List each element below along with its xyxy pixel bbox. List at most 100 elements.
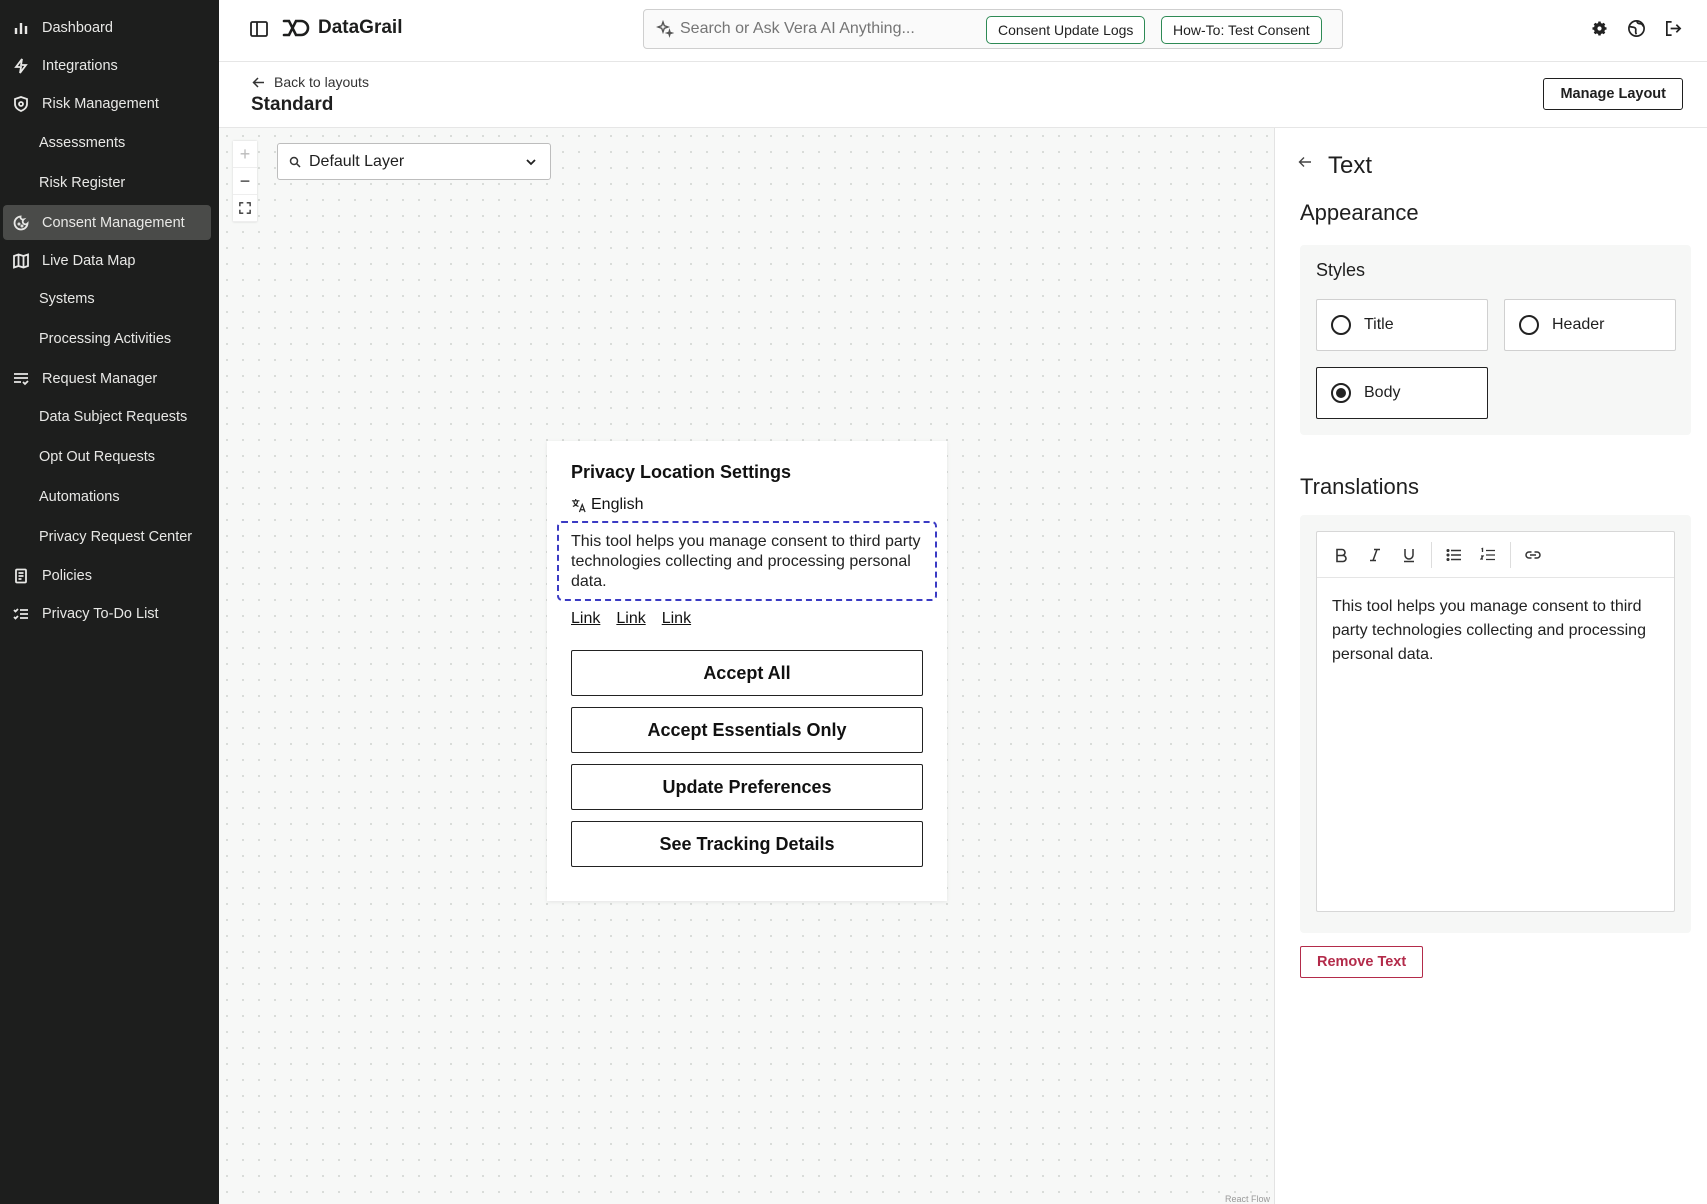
sidebar-item-label: Live Data Map [42, 252, 136, 269]
logo-text: DataGrail [318, 17, 403, 38]
search-input[interactable] [680, 20, 980, 38]
banner-link[interactable]: Link [616, 610, 645, 628]
bold-button[interactable] [1329, 543, 1353, 567]
sidebar-item-label: Processing Activities [39, 330, 172, 347]
italic-icon [1370, 548, 1380, 561]
sidebar-item-label: Integrations [42, 57, 118, 74]
sidebar-item-label: Dashboard [42, 19, 113, 36]
numbered-list-button[interactable] [1476, 543, 1500, 567]
style-option-header[interactable]: Header [1504, 299, 1676, 351]
sidebar: Dashboard Integrations Risk Management A… [0, 0, 219, 1204]
banner-link[interactable]: Link [571, 610, 600, 628]
sidebar-item-request-manager[interactable]: Request Manager [3, 361, 211, 396]
style-option-label: Title [1364, 316, 1394, 333]
lightning-icon [12, 57, 30, 75]
remove-text-button[interactable]: Remove Text [1300, 946, 1424, 978]
sidebar-item-label: Opt Out Requests [39, 448, 156, 465]
language-label: English [591, 496, 644, 513]
sidebar-toggle-icon[interactable] [249, 19, 269, 39]
translate-icon [571, 498, 586, 512]
language-selector[interactable]: English [571, 496, 643, 514]
fit-view-button[interactable] [233, 195, 257, 222]
see-tracking-details-button[interactable]: See Tracking Details [571, 821, 923, 867]
banner-link[interactable]: Link [662, 610, 691, 628]
how-to-test-consent-button[interactable]: How-To: Test Consent [1161, 16, 1322, 44]
sidebar-item-risk-management[interactable]: Risk Management [3, 86, 211, 121]
globe-icon[interactable] [1627, 19, 1646, 38]
layout-canvas[interactable]: + − Default Layer Privacy Location Setti… [219, 128, 1275, 1204]
link-button[interactable] [1521, 543, 1545, 567]
logout-icon[interactable] [1664, 19, 1683, 38]
styles-label: Styles [1316, 260, 1366, 280]
back-to-layouts-link[interactable]: Back to layouts [252, 74, 369, 90]
editor-toolbar [1317, 532, 1674, 578]
sidebar-item-automations[interactable]: Automations [3, 479, 211, 514]
gear-icon[interactable] [1590, 19, 1609, 38]
zoom-in-button[interactable]: + [233, 141, 257, 168]
link-icon [1525, 550, 1541, 559]
sidebar-item-label: Systems [39, 290, 95, 307]
toolbar-divider [1431, 541, 1432, 568]
checklist-icon [12, 605, 30, 623]
search-icon [289, 156, 301, 168]
logo[interactable]: DataGrail [282, 17, 402, 39]
zoom-out-button[interactable]: − [233, 168, 257, 195]
bullet-list-button[interactable] [1442, 543, 1466, 567]
zoom-controls: + − [233, 141, 257, 222]
top-bar: DataGrail Consent Update Logs How-To: Te… [219, 0, 1707, 62]
layer-select[interactable]: Default Layer [277, 143, 551, 180]
sidebar-item-processing-activities[interactable]: Processing Activities [3, 321, 211, 356]
list-check-icon [12, 370, 30, 388]
page-title: Standard [251, 94, 334, 115]
sidebar-item-integrations[interactable]: Integrations [3, 48, 211, 83]
banner-title[interactable]: Privacy Location Settings [571, 462, 791, 483]
sidebar-item-opt-out-requests[interactable]: Opt Out Requests [3, 439, 211, 474]
document-icon [12, 567, 30, 585]
style-option-label: Body [1364, 384, 1401, 401]
sidebar-item-privacy-request-center[interactable]: Privacy Request Center [3, 519, 211, 554]
sidebar-item-label: Data Subject Requests [39, 408, 188, 425]
react-flow-attribution[interactable]: React Flow [1225, 1194, 1270, 1204]
sidebar-item-live-data-map[interactable]: Live Data Map [3, 243, 211, 278]
style-option-body[interactable]: Body [1316, 367, 1488, 419]
consent-banner-preview: Privacy Location Settings English This t… [547, 441, 947, 901]
arrow-left-icon [252, 76, 264, 88]
sidebar-item-consent-management[interactable]: Consent Management [3, 205, 211, 240]
banner-body-text-selected[interactable]: This tool helps you manage consent to th… [557, 521, 937, 601]
style-option-title[interactable]: Title [1316, 299, 1488, 351]
accept-essentials-button[interactable]: Accept Essentials Only [571, 707, 923, 753]
editor-content[interactable]: This tool helps you manage consent to th… [1317, 578, 1674, 684]
sidebar-item-label: Risk Register [39, 174, 126, 191]
underline-button[interactable] [1397, 543, 1421, 567]
sidebar-item-dashboard[interactable]: Dashboard [3, 10, 211, 45]
bar-chart-icon [12, 19, 30, 37]
accept-all-button[interactable]: Accept All [571, 650, 923, 696]
sidebar-item-assessments[interactable]: Assessments [3, 125, 211, 160]
shield-icon [12, 95, 30, 113]
sidebar-item-label: Risk Management [42, 95, 159, 112]
consent-update-logs-button[interactable]: Consent Update Logs [986, 16, 1146, 44]
sidebar-item-privacy-todo[interactable]: Privacy To-Do List [3, 596, 211, 631]
bold-icon [1336, 548, 1347, 562]
radio-unchecked-icon [1331, 315, 1351, 335]
search-bar[interactable]: Consent Update Logs How-To: Test Consent [643, 9, 1343, 49]
header-actions [1590, 19, 1683, 38]
arrow-left-icon[interactable] [1298, 155, 1312, 169]
translations-heading: Translations [1300, 474, 1420, 499]
underline-icon [1404, 548, 1414, 562]
rich-text-editor[interactable]: This tool helps you manage consent to th… [1316, 531, 1675, 912]
sidebar-item-risk-register[interactable]: Risk Register [3, 165, 211, 200]
italic-button[interactable] [1363, 543, 1387, 567]
radio-checked-icon [1331, 383, 1351, 403]
sidebar-item-policies[interactable]: Policies [3, 558, 211, 593]
sidebar-item-label: Request Manager [42, 370, 158, 387]
styles-section: Styles Title Header Body [1300, 245, 1691, 435]
sidebar-item-label: Automations [39, 488, 120, 505]
update-preferences-button[interactable]: Update Preferences [571, 764, 923, 810]
sidebar-item-data-subject-requests[interactable]: Data Subject Requests [3, 399, 211, 434]
sidebar-item-label: Assessments [39, 134, 126, 151]
sidebar-item-label: Consent Management [42, 214, 185, 231]
sidebar-item-systems[interactable]: Systems [3, 281, 211, 316]
manage-layout-button[interactable]: Manage Layout [1543, 78, 1683, 110]
toolbar-divider [1510, 541, 1511, 568]
